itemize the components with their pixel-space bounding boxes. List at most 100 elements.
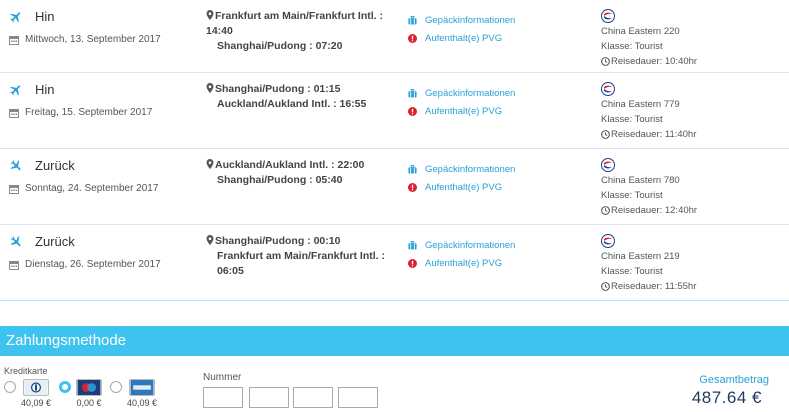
flight-segment: Zurück Sonntag, 24. September 2017 Auckl… — [0, 149, 789, 225]
plane-icon — [10, 11, 21, 22]
airline-info: China Eastern 779 Klasse: Tourist Reised… — [601, 82, 696, 142]
total-label: Gesamtbetrag — [699, 374, 769, 386]
china-eastern-logo-icon — [601, 9, 615, 23]
route-arrival: Auckland/Aukland Intl. : 16:55 — [217, 98, 367, 110]
total-amount: 487.64 € — [691, 388, 762, 407]
airline-flight-number: China Eastern 779 — [601, 99, 680, 110]
flight-info-links: Gepäckinformationen Aufenthalt(e) PVG — [408, 160, 515, 196]
flight-info-links: Gepäckinformationen Aufenthalt(e) PVG — [408, 84, 515, 120]
baggage-info-link[interactable]: Gepäckinformationen — [408, 236, 515, 254]
clock-icon — [601, 206, 610, 215]
card-number-field-2[interactable] — [249, 387, 289, 408]
route-departure: Frankfurt am Main/Frankfurt Intl. : 14:4… — [206, 10, 384, 37]
luggage-icon — [408, 164, 417, 174]
flight-date: Sonntag, 24. September 2017 — [9, 183, 158, 194]
plane-icon — [10, 235, 21, 246]
route-departure: Shanghai/Pudong : 00:10 — [206, 234, 396, 249]
route: Auckland/Aukland Intl. : 22:00 Shanghai/… — [206, 158, 396, 188]
flight-date-text: Freitag, 15. September 2017 — [25, 107, 153, 118]
travel-duration: Reisedauer: 11:40hr — [601, 127, 696, 142]
flight-list: Hin Mittwoch, 13. September 2017 Frankfu… — [0, 0, 789, 301]
maestro-card-icon — [76, 379, 102, 396]
direction: Zurück — [9, 158, 75, 173]
china-eastern-logo-icon — [601, 158, 615, 172]
location-pin-icon — [206, 159, 214, 169]
calendar-icon — [9, 260, 19, 270]
china-eastern-logo-icon — [601, 234, 615, 248]
stopover-info-link[interactable]: Aufenthalt(e) PVG — [408, 29, 515, 47]
calendar-icon — [9, 108, 19, 118]
alert-icon — [408, 182, 417, 192]
travel-class: Klasse: Tourist — [601, 41, 663, 52]
airline-info: China Eastern 780 Klasse: Tourist Reised… — [601, 158, 697, 218]
luggage-icon — [408, 88, 417, 98]
direction: Zurück — [9, 234, 75, 249]
card-radio-amex[interactable] — [110, 381, 122, 393]
direction-label: Hin — [35, 82, 55, 97]
flight-date-text: Sonntag, 24. September 2017 — [25, 183, 159, 194]
route-arrival: Frankfurt am Main/Frankfurt Intl. : 06:0… — [217, 250, 386, 277]
travel-class: Klasse: Tourist — [601, 190, 663, 201]
stopover-info-link[interactable]: Aufenthalt(e) PVG — [408, 254, 515, 272]
card-radio-maestro[interactable] — [59, 381, 71, 393]
baggage-info-link[interactable]: Gepäckinformationen — [408, 84, 515, 102]
card-number-field-1[interactable] — [203, 387, 243, 408]
card-number-field-3[interactable] — [293, 387, 333, 408]
diners-card-icon — [23, 379, 50, 396]
card-radio-diners[interactable] — [4, 381, 16, 393]
luggage-icon — [408, 240, 417, 250]
card-option-amex[interactable]: 40,09 € — [127, 379, 157, 408]
card-price: 0,00 € — [76, 398, 102, 408]
flight-date: Freitag, 15. September 2017 — [9, 107, 152, 118]
airline-flight-number: China Eastern 780 — [601, 175, 680, 186]
china-eastern-logo-icon — [601, 82, 615, 96]
airline-flight-number: China Eastern 219 — [601, 251, 680, 262]
card-price: 40,09 € — [127, 398, 158, 408]
route: Shanghai/Pudong : 01:15 Auckland/Aukland… — [206, 82, 396, 112]
direction: Hin — [9, 9, 55, 24]
location-pin-icon — [206, 235, 214, 245]
flight-date-text: Dienstag, 26. September 2017 — [25, 259, 161, 270]
travel-duration: Reisedauer: 10:40hr — [601, 54, 697, 69]
alert-icon — [408, 106, 417, 116]
location-pin-icon — [206, 83, 214, 93]
flight-date-text: Mittwoch, 13. September 2017 — [25, 34, 161, 45]
airline-flight-number: China Eastern 220 — [601, 26, 680, 37]
route-arrival: Shanghai/Pudong : 07:20 — [217, 40, 343, 52]
payment-method-header: Zahlungsmethode — [0, 326, 789, 356]
card-price: 40,09 € — [21, 398, 52, 408]
clock-icon — [601, 130, 610, 139]
luggage-icon — [408, 15, 417, 25]
plane-icon — [10, 159, 21, 170]
card-number-label: Nummer — [203, 372, 242, 383]
direction-label: Hin — [35, 9, 55, 24]
airline-info: China Eastern 219 Klasse: Tourist Reised… — [601, 234, 696, 294]
travel-class: Klasse: Tourist — [601, 114, 663, 125]
amex-card-icon — [129, 379, 156, 396]
flight-info-links: Gepäckinformationen Aufenthalt(e) PVG — [408, 236, 515, 272]
route: Frankfurt am Main/Frankfurt Intl. : 14:4… — [206, 9, 396, 54]
airline-info: China Eastern 220 Klasse: Tourist Reised… — [601, 9, 697, 69]
flight-date: Dienstag, 26. September 2017 — [9, 259, 161, 270]
flight-date: Mittwoch, 13. September 2017 — [9, 34, 161, 45]
flight-segment: Zurück Dienstag, 26. September 2017 Shan… — [0, 225, 789, 301]
card-option-maestro[interactable]: 0,00 € — [76, 379, 102, 408]
card-number-field-4[interactable] — [338, 387, 378, 408]
clock-icon — [601, 57, 610, 66]
baggage-info-link[interactable]: Gepäckinformationen — [408, 160, 515, 178]
travel-duration: Reisedauer: 12:40hr — [601, 203, 697, 218]
flight-segment: Hin Mittwoch, 13. September 2017 Frankfu… — [0, 0, 789, 73]
calendar-icon — [9, 35, 19, 45]
alert-icon — [408, 33, 417, 43]
baggage-info-link[interactable]: Gepäckinformationen — [408, 11, 515, 29]
direction-label: Zurück — [35, 234, 75, 249]
travel-class: Klasse: Tourist — [601, 266, 663, 277]
travel-duration: Reisedauer: 11:55hr — [601, 279, 696, 294]
stopover-info-link[interactable]: Aufenthalt(e) PVG — [408, 102, 515, 120]
plane-icon — [10, 84, 21, 95]
card-option-diners[interactable]: 40,09 € — [21, 379, 51, 408]
stopover-info-link[interactable]: Aufenthalt(e) PVG — [408, 178, 515, 196]
route: Shanghai/Pudong : 00:10 Frankfurt am Mai… — [206, 234, 396, 279]
credit-card-label: Kreditkarte — [4, 366, 48, 376]
direction: Hin — [9, 82, 55, 97]
